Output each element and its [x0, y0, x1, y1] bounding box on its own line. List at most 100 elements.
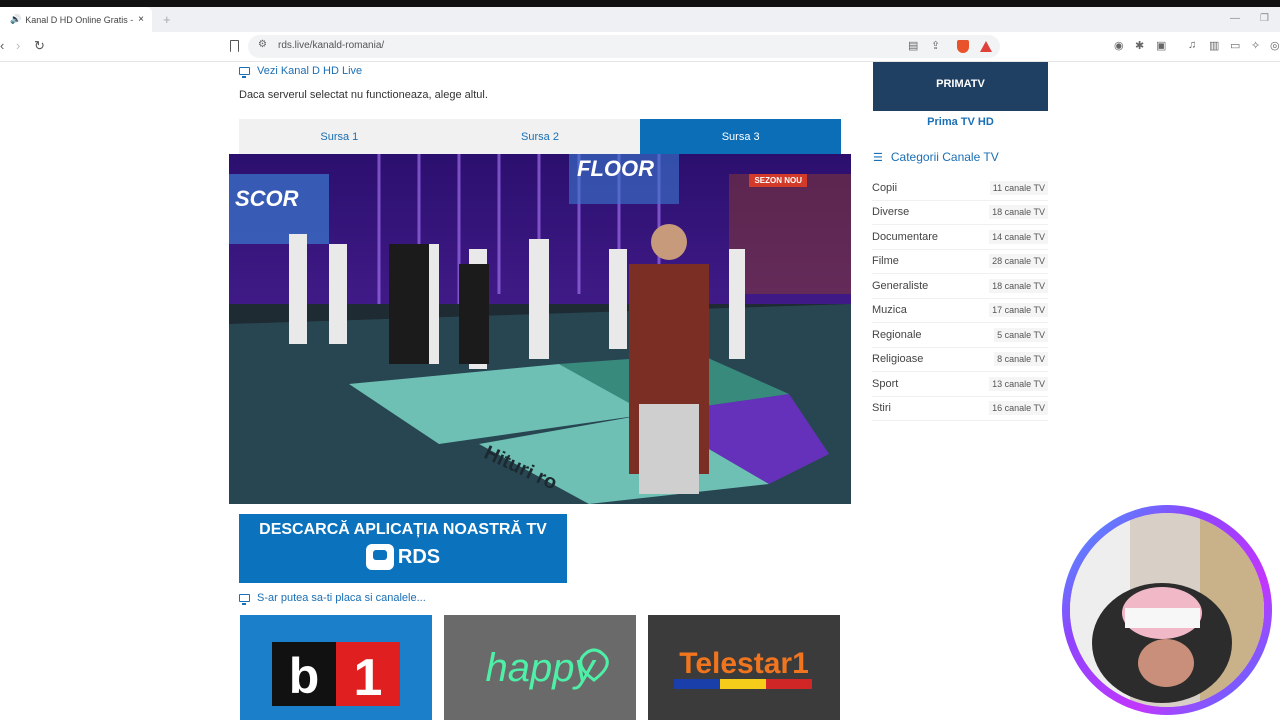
tab-close-button[interactable]: ×	[134, 14, 148, 25]
category-name[interactable]: Religioase	[872, 353, 923, 365]
categories-list: Copii 11 canale TV Diverse 18 canale TV Do…	[872, 176, 1048, 421]
source-tabs: Sursa 1 Sursa 2 Sursa 3	[239, 119, 842, 154]
category-copii[interactable]: Copii 11 canale TV	[872, 176, 1048, 201]
maximize-icon[interactable]: ❐	[1260, 13, 1269, 24]
reader-icon[interactable]: ▤	[908, 39, 918, 52]
monitor-icon	[239, 67, 250, 78]
address-bar-row: ‹ › ↻ ⚙ rds.live/kanald-romania/ ▤ ⇪ ◉ ✱…	[0, 32, 1280, 62]
profile-icon[interactable]: ◎	[1270, 39, 1280, 52]
categories-title: ☰ Categorii Canale TV	[873, 150, 999, 164]
bookmark-icon[interactable]	[230, 40, 239, 52]
svg-text:Telestar1: Telestar1	[679, 647, 809, 680]
tab-sursa-3[interactable]: Sursa 3	[640, 119, 842, 154]
category-count: 18 canale TV	[989, 205, 1048, 220]
category-generaliste[interactable]: Generaliste 18 canale TV	[872, 274, 1048, 299]
reload-icon[interactable]: ↻	[34, 38, 45, 54]
list-icon: ☰	[873, 151, 883, 164]
video-player[interactable]: Hituri ro SCOR FLOOR SEZON NOU	[229, 154, 851, 504]
music-icon[interactable]: ♫	[1188, 39, 1196, 51]
section-title-text: Vezi Kanal D HD Live	[257, 65, 363, 77]
banner-text: DESCARCĂ APLICAȚIA NOASTRĂ TV	[259, 521, 547, 538]
category-name[interactable]: Regionale	[872, 329, 922, 341]
prima-logo: PRIMATV	[936, 78, 985, 90]
svg-text:1: 1	[354, 649, 383, 707]
tv-icon	[365, 544, 394, 570]
prima-tv-thumb[interactable]: PRIMATV	[873, 62, 1048, 111]
category-name[interactable]: Diverse	[872, 206, 909, 218]
svg-text:b: b	[289, 648, 320, 704]
studio-logo-right: FLOOR	[577, 156, 654, 181]
category-count: 13 canale TV	[989, 376, 1048, 391]
sidebar-icon[interactable]: ▥	[1209, 39, 1219, 52]
banner-brand: RDS	[239, 544, 567, 575]
url-field[interactable]: ⚙ rds.live/kanald-romania/	[248, 35, 1000, 58]
happy-logo: happy	[486, 646, 609, 690]
category-name[interactable]: Copii	[872, 182, 897, 194]
tab-title: Kanal D HD Online Gratis - RD	[25, 14, 134, 25]
sidebar: PRIMATV Prima TV HD ☰ Categorii Canale T…	[860, 62, 1060, 720]
server-note: Daca serverul selectat nu functioneaza, …	[239, 89, 488, 101]
studio-logo-left: SCOR	[235, 186, 299, 211]
channel-thumb-telestar1[interactable]: Telestar1	[648, 615, 840, 720]
category-count: 17 canale TV	[989, 303, 1048, 318]
category-filme[interactable]: Filme 28 canale TV	[872, 250, 1048, 274]
b1-logo: b 1	[272, 642, 400, 707]
category-muzica[interactable]: Muzica 17 canale TV	[872, 299, 1048, 323]
speaker-icon[interactable]: 🔊	[10, 14, 21, 25]
section-title: Vezi Kanal D HD Live	[239, 65, 363, 78]
category-diverse[interactable]: Diverse 18 canale TV	[872, 201, 1048, 225]
suggestions-title-text: S-ar putea sa-ti placa si canalele...	[257, 592, 426, 604]
tab-strip: 🔊 Kanal D HD Online Gratis - RD × + — ❐	[0, 7, 1280, 32]
window-top-edge	[0, 0, 1280, 7]
minimize-icon[interactable]: —	[1230, 13, 1240, 24]
brave-shield-icon[interactable]	[957, 40, 969, 53]
category-count: 5 canale TV	[994, 327, 1048, 342]
brand-text: RDS	[397, 545, 441, 568]
video-frame: Hituri ro	[229, 154, 851, 504]
forward-icon[interactable]: ›	[16, 38, 20, 53]
category-name[interactable]: Sport	[872, 378, 898, 390]
category-name[interactable]: Filme	[872, 255, 899, 267]
category-name[interactable]: Generaliste	[872, 280, 928, 292]
share-icon[interactable]: ⇪	[931, 39, 940, 52]
category-name[interactable]: Documentare	[872, 231, 938, 243]
season-badge: SEZON NOU	[749, 174, 807, 187]
screenshot-icon[interactable]: ▣	[1156, 39, 1166, 52]
category-sport[interactable]: Sport 13 canale TV	[872, 372, 1048, 397]
suggestions-title: S-ar putea sa-ti placa si canalele...	[239, 592, 426, 605]
category-regionale[interactable]: Regionale 5 canale TV	[872, 323, 1048, 348]
channel-thumb-b1[interactable]: b 1	[240, 615, 432, 720]
category-count: 11 canale TV	[989, 180, 1048, 195]
site-info-icon[interactable]: ⚙	[258, 39, 267, 50]
url-text[interactable]: rds.live/kanald-romania/	[278, 40, 384, 51]
wallet-icon[interactable]: ▭	[1230, 39, 1240, 52]
category-name[interactable]: Muzica	[872, 304, 907, 316]
tab-sursa-2[interactable]: Sursa 2	[440, 119, 641, 154]
tab-sursa-1[interactable]: Sursa 1	[239, 119, 440, 154]
category-name[interactable]: Stiri	[872, 402, 891, 414]
webcam-image	[1070, 513, 1264, 707]
category-stiri[interactable]: Stiri 16 canale TV	[872, 397, 1048, 421]
prima-tv-link[interactable]: Prima TV HD	[873, 116, 1048, 128]
browser-tab[interactable]: 🔊 Kanal D HD Online Gratis - RD ×	[0, 7, 152, 32]
new-tab-button[interactable]: +	[163, 12, 171, 27]
app-download-banner[interactable]: DESCARCĂ APLICAȚIA NOASTRĂ TV RDS	[239, 514, 567, 583]
category-religioase[interactable]: Religioase 8 canale TV	[872, 348, 1048, 372]
webcam-feed	[1070, 513, 1264, 707]
rewards-icon[interactable]	[980, 41, 992, 52]
telestar1-logo: Telestar1	[674, 647, 812, 689]
category-count: 18 canale TV	[989, 278, 1048, 293]
back-icon[interactable]: ‹	[0, 38, 4, 53]
ai-icon[interactable]: ✧	[1251, 39, 1260, 52]
monitor-icon	[239, 594, 250, 605]
category-count: 8 canale TV	[994, 352, 1048, 367]
extension-icon[interactable]: ◉	[1114, 39, 1124, 52]
category-count: 16 canale TV	[989, 401, 1048, 416]
categories-title-text: Categorii Canale TV	[890, 150, 999, 164]
webcam-overlay	[1062, 505, 1272, 715]
category-count: 14 canale TV	[989, 229, 1048, 244]
category-documentare[interactable]: Documentare 14 canale TV	[872, 225, 1048, 250]
category-count: 28 canale TV	[989, 254, 1048, 269]
puzzle-icon[interactable]: ✱	[1135, 39, 1144, 52]
channel-thumb-happy[interactable]: happy	[444, 615, 636, 720]
